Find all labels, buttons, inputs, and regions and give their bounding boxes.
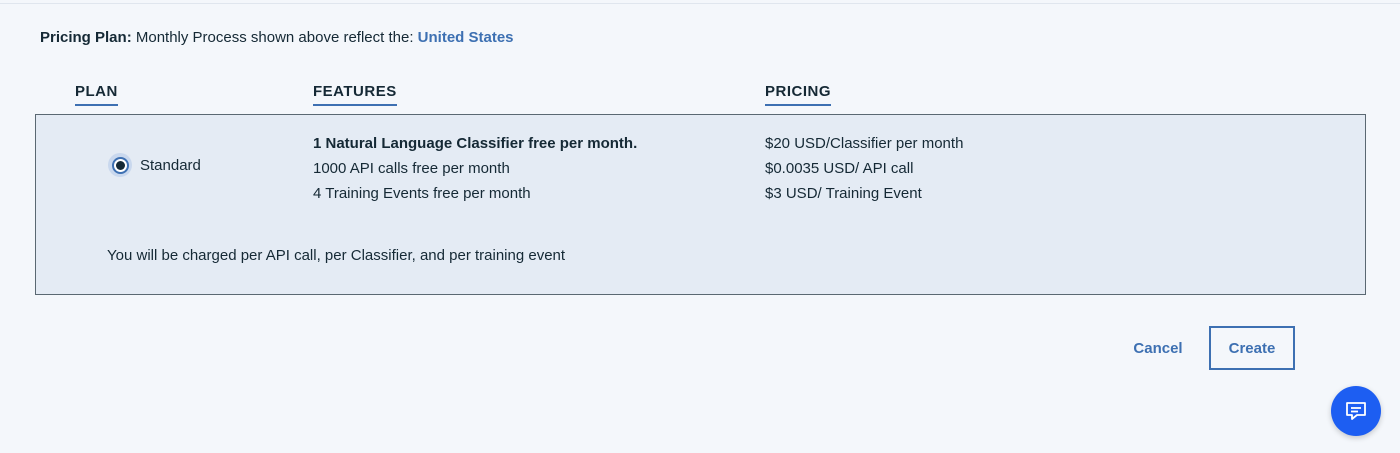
column-header-plan: PLAN xyxy=(75,83,118,106)
plan-features: 1 Natural Language Classifier free per m… xyxy=(313,131,637,206)
pricing-item: $3 USD/ Training Event xyxy=(765,185,922,202)
radio-selected-dot xyxy=(115,160,125,170)
plan-name: Standard xyxy=(140,156,201,174)
pricing-plan-text: Monthly Process shown above reflect the: xyxy=(135,29,414,46)
pricing-item: $20 USD/Classifier per month xyxy=(765,135,964,152)
top-divider xyxy=(0,0,1400,4)
pricing-plan-label: Pricing Plan: xyxy=(40,29,132,46)
feature-item: 4 Training Events free per month xyxy=(313,185,531,202)
plan-radio-group[interactable]: Standard xyxy=(108,153,201,177)
plan-row-standard[interactable]: Standard 1 Natural Language Classifier f… xyxy=(35,114,1366,295)
plan-radio-standard[interactable] xyxy=(108,153,132,177)
chat-icon xyxy=(1346,402,1366,420)
pricing-country: United States xyxy=(417,29,514,46)
feature-item: 1 Natural Language Classifier free per m… xyxy=(313,135,638,152)
radio-ring xyxy=(111,156,129,174)
pricing-item: $0.0035 USD/ API call xyxy=(765,160,914,177)
chat-button[interactable] xyxy=(1331,386,1381,436)
pricing-plan-info: Pricing Plan: Monthly Process shown abov… xyxy=(40,29,514,46)
feature-item: 1000 API calls free per month xyxy=(313,160,510,177)
charge-note: You will be charged per API call, per Cl… xyxy=(107,247,566,264)
create-button[interactable]: Create xyxy=(1209,326,1295,370)
column-header-pricing: PRICING xyxy=(765,83,832,106)
cancel-button[interactable]: Cancel xyxy=(1120,327,1196,369)
plan-pricing: $20 USD/Classifier per month $0.0035 USD… xyxy=(765,131,963,206)
column-header-features: FEATURES xyxy=(313,83,397,106)
